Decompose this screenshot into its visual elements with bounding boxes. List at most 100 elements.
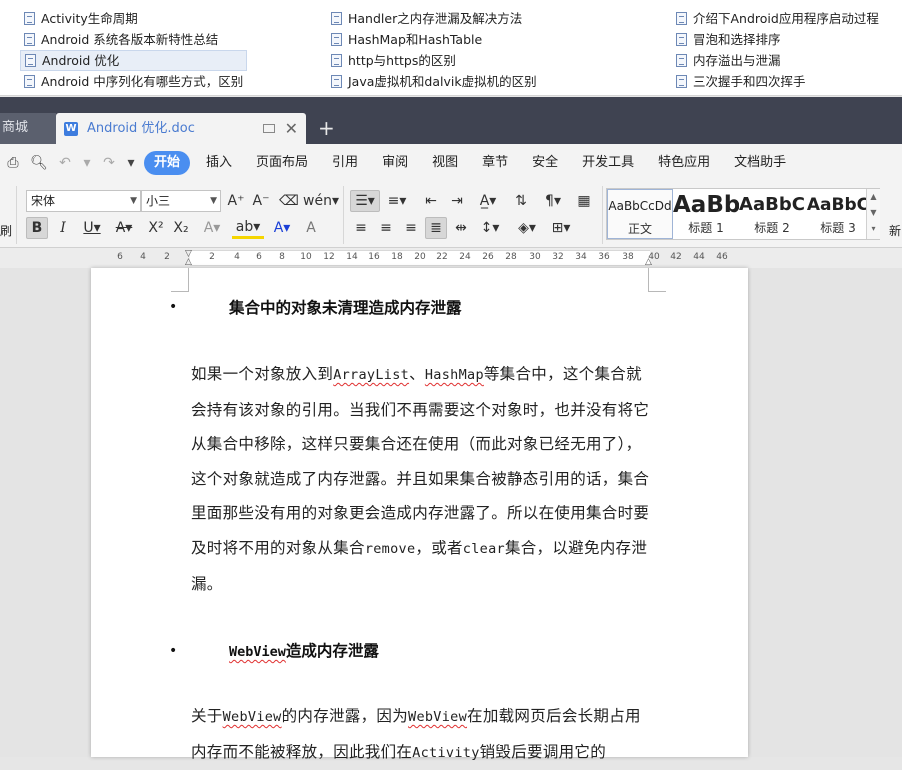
ruler-number: 12 xyxy=(323,252,335,262)
italic-icon[interactable]: I xyxy=(52,217,74,239)
align-left-icon[interactable]: ≡ xyxy=(350,217,372,239)
tab-home[interactable]: 开始 xyxy=(144,151,191,175)
tab-review[interactable]: 审阅 xyxy=(370,151,420,175)
justify-icon[interactable]: ≣ xyxy=(425,217,447,239)
file-item[interactable]: Android 中序列化有哪些方式，区别 xyxy=(20,71,247,92)
bold-icon[interactable]: B xyxy=(26,217,48,239)
list-bullet: • xyxy=(169,643,178,659)
subscript-icon[interactable]: X₂ xyxy=(170,217,192,239)
divider xyxy=(343,186,344,244)
format-painter-label[interactable]: 刷 xyxy=(0,222,12,239)
tab-doc-assistant[interactable]: 文档助手 xyxy=(722,151,798,175)
divider xyxy=(602,186,603,244)
horizontal-ruler[interactable]: 6 4 2 2 4 6 8 10 12 14 16 18 20 22 24 26 28 30 32 34 36 38 40 4… xyxy=(0,248,902,268)
new-tab-button[interactable]: + xyxy=(318,113,335,143)
underline-icon[interactable]: U▾ xyxy=(78,217,106,239)
highlight-icon[interactable]: ab▾ xyxy=(232,217,264,239)
shading-fill-icon[interactable]: ◈▾ xyxy=(512,217,542,239)
redo-icon[interactable]: ↷ xyxy=(96,144,122,182)
grow-font-icon[interactable]: A⁺ xyxy=(225,190,247,212)
chevron-down-icon: ▼ xyxy=(210,196,217,206)
align-right-icon[interactable]: ≡ xyxy=(400,217,422,239)
undo-dropdown-icon[interactable]: ▾ xyxy=(78,144,96,182)
tab-special-apps[interactable]: 特色应用 xyxy=(646,151,722,175)
file-item[interactable]: Java虚拟机和dalvik虚拟机的区别 xyxy=(327,71,541,92)
file-item[interactable]: 三次握手和四次挥手 xyxy=(672,71,883,92)
ruler-number: 22 xyxy=(436,252,448,262)
wps-writer-icon: W xyxy=(64,121,78,136)
style-gallery-scroll[interactable]: ▲ ▼ ▾ xyxy=(866,189,880,239)
tab-sections[interactable]: 章节 xyxy=(470,151,520,175)
font-size-select[interactable]: 小三 ▼ xyxy=(141,190,221,212)
style-heading-3[interactable]: AaBbC 标题 3 xyxy=(805,189,871,239)
document-tab-bar: 商城 W Android 优化.doc ✕ + xyxy=(0,97,902,144)
doc-file-icon xyxy=(24,75,35,88)
tab-android-doc[interactable]: W Android 优化.doc ✕ xyxy=(56,113,306,144)
increase-indent-icon[interactable]: ⇥ xyxy=(446,190,468,212)
ruler-number: 6 xyxy=(117,252,123,262)
tab-store[interactable]: 商城 xyxy=(0,113,56,144)
font-color-icon[interactable]: A▾ xyxy=(268,217,296,239)
doc-file-icon xyxy=(331,12,342,25)
file-list-panel: Activity生命周期 Android 系统各版本新特性总结 Android … xyxy=(0,0,902,96)
superscript-icon[interactable]: X² xyxy=(145,217,167,239)
doc-file-icon xyxy=(676,75,687,88)
doc-file-icon xyxy=(331,33,342,46)
style-normal[interactable]: AaBbCcDd 正文 xyxy=(607,189,673,239)
file-item[interactable]: HashMap和HashTable xyxy=(327,29,541,50)
file-item[interactable]: 冒泡和选择排序 xyxy=(672,29,883,50)
tab-view[interactable]: 视图 xyxy=(420,151,470,175)
file-item[interactable]: 介绍下Android应用程序启动过程 xyxy=(672,8,883,29)
ribbon-toolbar: 刷 宋体 ▼ 小三 ▼ A⁺ A⁻ ⌫ wén▾ B I U▾ A▾ X² X₂ A… xyxy=(0,182,902,248)
tab-insert[interactable]: 插入 xyxy=(194,151,244,175)
hanging-indent-marker[interactable]: △ xyxy=(185,257,192,267)
window-icon[interactable] xyxy=(262,124,275,133)
borders-icon[interactable]: ⊞▾ xyxy=(546,217,576,239)
ruler-number: 10 xyxy=(300,252,312,262)
tab-security[interactable]: 安全 xyxy=(520,151,570,175)
ruler-number: 2 xyxy=(209,252,215,262)
ruler-number: 20 xyxy=(414,252,426,262)
tab-page-layout[interactable]: 页面布局 xyxy=(244,151,320,175)
file-item[interactable]: Handler之内存泄漏及解决方法 xyxy=(327,8,541,29)
bullet-list-icon[interactable]: ☰▾ xyxy=(350,190,380,212)
close-icon[interactable]: ✕ xyxy=(285,114,298,143)
file-item[interactable]: 内存溢出与泄漏 xyxy=(672,50,883,71)
numbered-list-icon[interactable]: ≡▾ xyxy=(384,190,410,212)
undo-icon[interactable]: ↶ xyxy=(52,144,78,182)
tab-references[interactable]: 引用 xyxy=(320,151,370,175)
print-icon[interactable]: ⎙ xyxy=(0,144,26,182)
file-item[interactable]: Android 系统各版本新特性总结 xyxy=(20,29,247,50)
show-hide-marks-icon[interactable]: ¶▾ xyxy=(538,190,568,212)
line-spacing-icon[interactable]: ↕▾ xyxy=(476,217,504,239)
ruler-number: 32 xyxy=(552,252,564,262)
distributed-align-icon[interactable]: ⇹ xyxy=(450,217,472,239)
text-effect-icon[interactable]: A▾ xyxy=(198,217,226,239)
chinese-layout-icon[interactable]: A̲▾ xyxy=(474,190,502,212)
shrink-font-icon[interactable]: A⁻ xyxy=(250,190,272,212)
file-item[interactable]: http与https的区别 xyxy=(327,50,541,71)
ruler-number: 28 xyxy=(505,252,517,262)
file-item-selected[interactable]: Android 优化 xyxy=(20,50,248,71)
margin-corner-mark xyxy=(648,268,666,292)
char-shading-icon[interactable]: A xyxy=(300,217,322,239)
tab-developer[interactable]: 开发工具 xyxy=(570,151,646,175)
new-style-label[interactable]: 新 xyxy=(889,222,901,239)
print-preview-icon[interactable]: 🔍︎ xyxy=(26,144,52,182)
right-indent-marker[interactable]: △ xyxy=(645,257,652,267)
sort-icon[interactable]: ⇅ xyxy=(510,190,532,212)
doc-file-icon xyxy=(24,12,35,25)
decrease-indent-icon[interactable]: ⇤ xyxy=(420,190,442,212)
align-center-icon[interactable]: ≡ xyxy=(375,217,397,239)
style-heading-2[interactable]: AaBbC 标题 2 xyxy=(739,189,805,239)
strikethrough-icon[interactable]: A▾ xyxy=(110,217,138,239)
table-grid-icon[interactable]: ▦ xyxy=(573,190,595,212)
font-name-select[interactable]: 宋体 ▼ xyxy=(26,190,141,212)
style-heading-1[interactable]: AaBb 标题 1 xyxy=(673,189,739,239)
clear-format-icon[interactable]: ⌫ xyxy=(278,190,300,212)
file-item[interactable]: Activity生命周期 xyxy=(20,8,247,29)
phonetic-guide-icon[interactable]: wén▾ xyxy=(303,190,339,212)
menu-bar: ⎙ 🔍︎ ↶ ▾ ↷ ▾ 开始 插入 页面布局 引用 审阅 视图 章节 安全 开… xyxy=(0,144,902,182)
customize-toolbar-icon[interactable]: ▾ xyxy=(122,144,140,182)
ruler-number: 16 xyxy=(368,252,380,262)
